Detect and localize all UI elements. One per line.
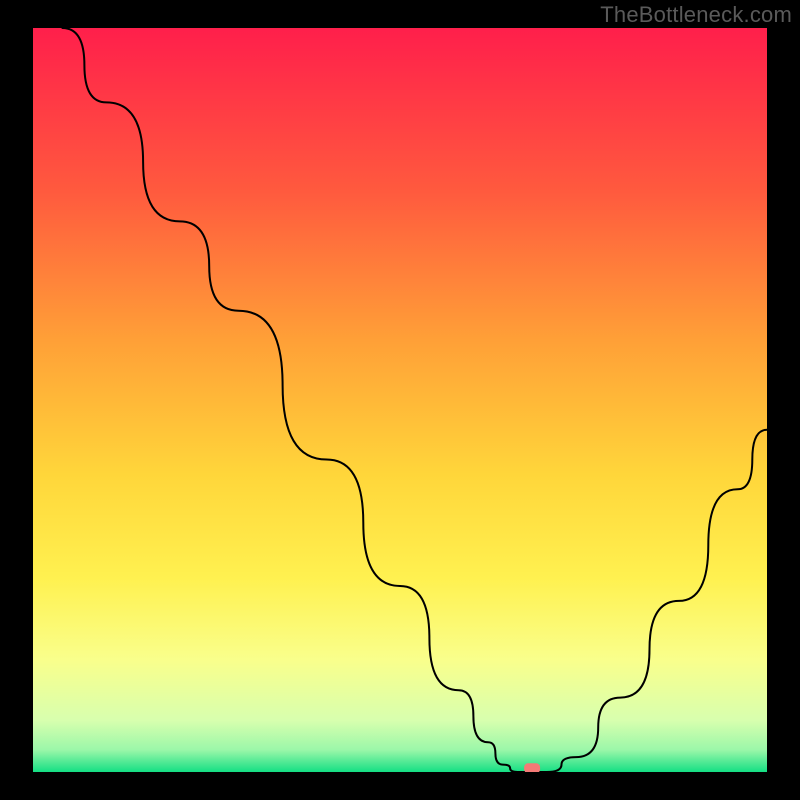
- plot-area: [33, 28, 767, 772]
- chart-container: TheBottleneck.com: [0, 0, 800, 800]
- watermark-text: TheBottleneck.com: [600, 2, 792, 28]
- optimal-point-marker: [524, 763, 540, 772]
- chart-svg: [33, 28, 767, 772]
- gradient-background: [33, 28, 767, 772]
